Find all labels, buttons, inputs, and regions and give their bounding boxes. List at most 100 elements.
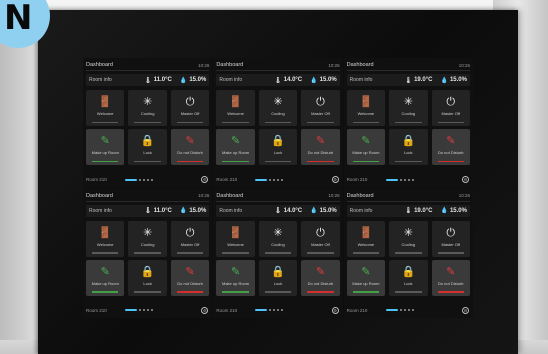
page-dot[interactable] [273, 178, 276, 181]
page-indicator[interactable] [385, 178, 414, 181]
settings-button[interactable]: ⚙ [331, 176, 339, 183]
tile-master-off-button[interactable]: ⏻ Master Off [301, 90, 340, 126]
page-dot-active[interactable] [385, 178, 398, 181]
page-dot-active[interactable] [385, 309, 398, 311]
tile-master-off-button[interactable]: ⏻ Master Off [301, 220, 340, 257]
power-icon: ⏻ [446, 96, 456, 108]
temperature-value: 11.0°C [153, 207, 172, 214]
page-indicator[interactable] [255, 309, 284, 311]
door-icon: 🚪 [359, 226, 373, 239]
page-dot[interactable] [151, 309, 154, 311]
tile-make-up-room-button[interactable]: ✎ Make up Room [346, 259, 386, 296]
settings-button[interactable]: ⚙ [201, 306, 209, 314]
tile-lock-button[interactable]: 🔒 Lock [128, 129, 167, 165]
settings-button[interactable]: ⚙ [331, 306, 339, 314]
page-dot[interactable] [411, 178, 414, 181]
room-info-bar[interactable]: Room info 🌡 11.0°C 💧 15.0% [86, 204, 210, 217]
page-dot[interactable] [269, 178, 272, 181]
tile-make-up-room-button[interactable]: ✎ Make up Room [216, 259, 255, 296]
humidity-readout: 💧 15.0% [180, 207, 207, 215]
tile-cooling-button[interactable]: ✳ Cooling [258, 220, 298, 257]
tile-cooling-button[interactable]: ✳ Cooling [258, 90, 298, 126]
tile-master-off-button[interactable]: ⏻ Master Off [170, 220, 210, 257]
tile-cooling-button[interactable]: ✳ Cooling [389, 90, 428, 126]
page-dot-active[interactable] [125, 178, 138, 181]
page-dot[interactable] [269, 309, 272, 311]
tile-make-up-room-button[interactable]: ✎ Make up Room [86, 259, 125, 296]
page-dot[interactable] [147, 309, 150, 311]
page-dot[interactable] [273, 309, 276, 311]
tile-do-not-disturb-button[interactable]: ✎ Do not Disturb [301, 129, 340, 165]
tile-make-up-room-button[interactable]: ✎ Make up Room [86, 129, 125, 165]
page-dot-active[interactable] [125, 309, 138, 311]
tile-label: Do not Disturb [177, 280, 203, 286]
page-dot[interactable] [147, 178, 150, 181]
page-indicator[interactable] [385, 309, 414, 311]
temperature-readout: 🌡 11.0°C [144, 207, 172, 215]
page-dot[interactable] [403, 178, 406, 181]
tile-label: Welcome [227, 111, 244, 116]
tile-lock-button[interactable]: 🔒 Lock [258, 129, 298, 165]
page-dot[interactable] [143, 178, 146, 181]
temperature-value: 14.0°C [283, 77, 303, 83]
page-indicator[interactable] [255, 178, 284, 181]
page-dot[interactable] [139, 178, 142, 181]
tile-cooling-button[interactable]: ✳ Cooling [128, 90, 167, 126]
tile-lock-button[interactable]: 🔒 Lock [389, 129, 428, 165]
tile-lock-button[interactable]: 🔒 Lock [389, 259, 428, 296]
page-dot[interactable] [277, 309, 280, 311]
room-info-bar[interactable]: Room info 🌡 19.0°C 💧 15.0% [346, 204, 470, 217]
page-dot[interactable] [399, 309, 402, 311]
tile-welcome-button[interactable]: 🚪 Welcome [346, 220, 386, 257]
tile-do-not-disturb-button[interactable]: ✎ Do not Disturb [170, 259, 210, 296]
tile-welcome-button[interactable]: 🚪 Welcome [86, 90, 125, 126]
gear-icon: ⚙ [203, 177, 207, 182]
page-dot[interactable] [143, 309, 146, 311]
tile-welcome-button[interactable]: 🚪 Welcome [86, 220, 125, 257]
tile-do-not-disturb-button[interactable]: ✎ Do not Disturb [170, 129, 210, 165]
page-dot[interactable] [151, 178, 154, 181]
tile-make-up-room-button[interactable]: ✎ Make up Room [346, 129, 386, 165]
page-dot-active[interactable] [255, 309, 268, 311]
tile-do-not-disturb-button[interactable]: ✎ Do not Disturb [431, 129, 470, 165]
tile-do-not-disturb-button[interactable]: ✎ Do not Disturb [301, 259, 340, 296]
tile-master-off-button[interactable]: ⏻ Master Off [431, 90, 470, 126]
tile-welcome-button[interactable]: 🚪 Welcome [346, 90, 386, 126]
tile-make-up-room-button[interactable]: ✎ Make up Room [216, 129, 255, 165]
room-info-bar[interactable]: Room info 🌡 11.0°C 💧 15.0% [86, 74, 210, 86]
tile-lock-button[interactable]: 🔒 Lock [128, 259, 167, 296]
page-dot[interactable] [407, 178, 410, 181]
temperature-readout: 🌡 11.0°C [144, 77, 172, 84]
settings-button[interactable]: ⚙ [461, 306, 469, 314]
tile-cooling-button[interactable]: ✳ Cooling [389, 220, 428, 257]
room-info-bar[interactable]: Room info 🌡 19.0°C 💧 15.0% [346, 74, 470, 86]
tile-do-not-disturb-button[interactable]: ✎ Do not Disturb [431, 259, 470, 296]
tile-status-bar [395, 252, 422, 254]
tile-lock-button[interactable]: 🔒 Lock [258, 259, 298, 296]
page-dot[interactable] [139, 309, 142, 311]
tile-master-off-button[interactable]: ⏻ Master Off [170, 90, 210, 126]
tile-status-bar [307, 160, 334, 162]
page-dot[interactable] [277, 178, 280, 181]
tile-welcome-button[interactable]: 🚪 Welcome [216, 220, 255, 257]
panel-time: 10:26 [458, 62, 470, 68]
settings-button[interactable]: ⚙ [201, 176, 209, 183]
panel-time: 10:26 [198, 193, 210, 198]
page-dot[interactable] [403, 309, 406, 311]
page-dot-active[interactable] [255, 178, 268, 181]
tile-status-bar [134, 291, 161, 293]
page-indicator[interactable] [125, 178, 154, 181]
page-dot[interactable] [407, 309, 410, 311]
page-dot[interactable] [281, 309, 284, 311]
room-info-bar[interactable]: Room info 🌡 14.0°C 💧 15.0% [216, 74, 340, 86]
page-dot[interactable] [281, 178, 284, 181]
panel-header: Dashboard 10:26 [216, 191, 340, 202]
page-dot[interactable] [411, 309, 414, 311]
page-dot[interactable] [399, 178, 402, 181]
tile-cooling-button[interactable]: ✳ Cooling [128, 220, 167, 257]
room-info-bar[interactable]: Room info 🌡 14.0°C 💧 15.0% [216, 204, 340, 217]
page-indicator[interactable] [125, 309, 154, 311]
tile-master-off-button[interactable]: ⏻ Master Off [431, 220, 470, 257]
tile-welcome-button[interactable]: 🚪 Welcome [216, 90, 255, 126]
settings-button[interactable]: ⚙ [461, 176, 469, 183]
